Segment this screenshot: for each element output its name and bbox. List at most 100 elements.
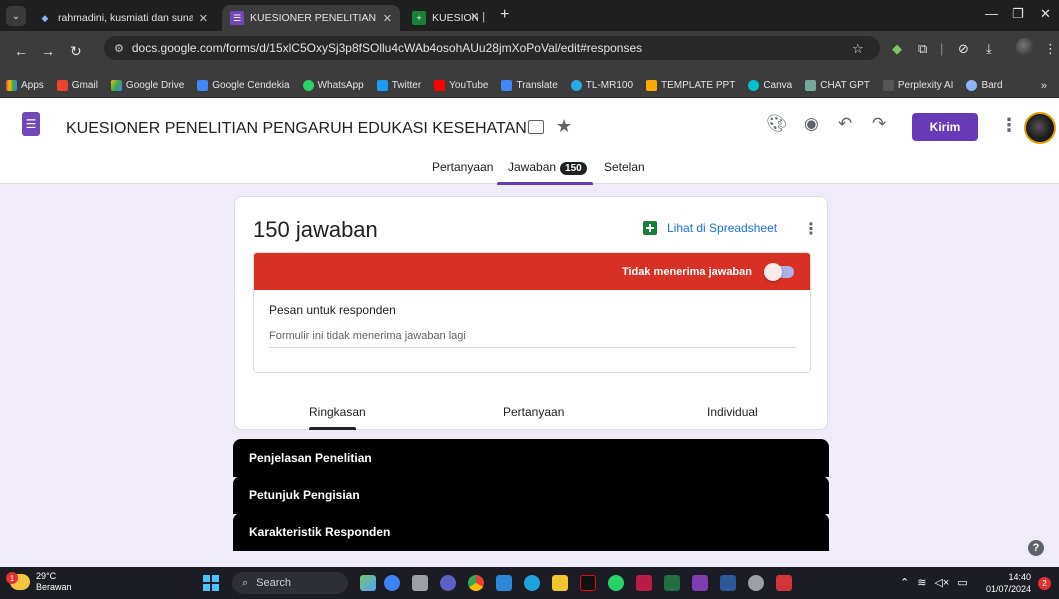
section-header: Penjelasan Penelitian bbox=[233, 439, 829, 477]
meet-icon[interactable] bbox=[440, 575, 456, 591]
respondent-message-field[interactable]: Formulir ini tidak menerima jawaban lagi bbox=[269, 330, 796, 348]
translate-icon bbox=[501, 80, 513, 91]
close-icon[interactable]: ✕ bbox=[383, 12, 392, 25]
bookmark-chatgpt[interactable]: CHAT GPT bbox=[805, 80, 870, 91]
tab-individual[interactable]: Individual bbox=[707, 405, 758, 419]
edge-icon[interactable] bbox=[524, 575, 540, 591]
tab-question[interactable]: Pertanyaan bbox=[503, 405, 564, 419]
start-icon[interactable] bbox=[203, 575, 219, 591]
taskbar-search[interactable]: ⌕ Search bbox=[232, 572, 348, 594]
task-view-icon[interactable] bbox=[412, 575, 428, 591]
forms-logo-icon[interactable]: ☰ bbox=[22, 112, 40, 136]
form-title[interactable]: KUESIONER PENELITIAN PENGARUH EDUKASI KE… bbox=[66, 120, 544, 138]
excel-icon[interactable] bbox=[664, 575, 680, 591]
site-info-icon[interactable]: ⚙ bbox=[114, 42, 124, 55]
help-icon[interactable]: ? bbox=[1028, 540, 1044, 556]
bookmark-scholar[interactable]: Google Cendekia bbox=[197, 80, 290, 91]
weather-text: 29°C Berawan bbox=[36, 571, 72, 593]
tab-questions[interactable]: Pertanyaan bbox=[432, 160, 493, 174]
tab-responses[interactable]: Jawaban 150 bbox=[508, 160, 587, 175]
tab-summary[interactable]: Ringkasan bbox=[309, 405, 366, 419]
store-icon[interactable] bbox=[496, 575, 512, 591]
download-icon[interactable]: ⤓ bbox=[986, 41, 992, 57]
minimize-icon[interactable]: — bbox=[985, 6, 998, 21]
window-close-icon[interactable]: ✕ bbox=[1040, 6, 1051, 22]
history-icon[interactable]: ⊘ bbox=[958, 41, 969, 57]
chrome-icon[interactable] bbox=[468, 575, 484, 591]
app-icon[interactable] bbox=[692, 575, 708, 591]
bookmark-gmail[interactable]: Gmail bbox=[56, 80, 98, 91]
netflix-icon[interactable] bbox=[580, 575, 596, 591]
bookmark-perplexity[interactable]: Perplexity AI bbox=[882, 80, 953, 91]
bookmark-drive[interactable]: Google Drive bbox=[110, 80, 184, 91]
accepting-responses-toggle[interactable] bbox=[764, 262, 794, 281]
bookmark-label: Google Cendekia bbox=[212, 80, 290, 91]
temperature: 29°C bbox=[36, 571, 57, 581]
app-icon[interactable] bbox=[636, 575, 652, 591]
word-icon[interactable] bbox=[720, 575, 736, 591]
weather-badge: 1 bbox=[6, 572, 18, 584]
app-icon[interactable] bbox=[384, 575, 400, 591]
bookmark-youtube[interactable]: YouTube bbox=[434, 80, 488, 91]
file-explorer-icon[interactable] bbox=[552, 575, 568, 591]
weather-widget[interactable]: 1 29°C Berawan bbox=[6, 571, 72, 593]
bookmark-bard[interactable]: Bard bbox=[966, 80, 1003, 91]
scholar-favicon-icon: ◆ bbox=[38, 11, 52, 25]
section-title: Karakteristik Responden bbox=[249, 525, 391, 539]
wifi-icon[interactable]: ≋ bbox=[917, 576, 926, 589]
star-icon[interactable]: ★ bbox=[556, 116, 572, 137]
send-button[interactable]: Kirim bbox=[912, 113, 978, 141]
palette-icon[interactable]: 🎨︎ bbox=[766, 114, 788, 134]
tray-chevron-icon[interactable]: ⌃ bbox=[900, 576, 909, 589]
view-in-sheets-link[interactable]: Lihat di Spreadsheet bbox=[643, 221, 777, 235]
browser-tab-2[interactable]: ☰ KUESIONER PENELITIAN PENG/ ✕ bbox=[222, 5, 400, 31]
tab-settings[interactable]: Setelan bbox=[604, 160, 645, 174]
preview-eye-icon[interactable]: ◉ bbox=[804, 114, 819, 134]
address-bar[interactable]: ⚙ docs.google.com/forms/d/15xlC5OxySj3p8… bbox=[104, 36, 880, 60]
responses-more-icon[interactable]: ⋮ bbox=[803, 219, 819, 239]
close-icon[interactable]: ✕ bbox=[199, 12, 208, 25]
new-tab-icon[interactable]: + bbox=[500, 6, 509, 24]
browser-menu-icon[interactable]: ⋮ bbox=[1044, 41, 1057, 57]
bookmark-tl-mr100[interactable]: TL-MR100 bbox=[570, 80, 633, 91]
browser-tab-1[interactable]: ◆ rahmadini, kusmiati dan sunart ✕ bbox=[30, 5, 216, 31]
volume-icon[interactable]: ◁× bbox=[934, 576, 949, 589]
back-icon[interactable]: ← bbox=[14, 43, 28, 59]
more-options-icon[interactable]: ⋮ bbox=[1000, 115, 1018, 136]
redo-icon[interactable]: ↷ bbox=[872, 114, 886, 134]
section-header: Karakteristik Responden bbox=[233, 513, 829, 551]
whatsapp-app-icon[interactable] bbox=[608, 575, 624, 591]
bookmark-apps[interactable]: Apps bbox=[6, 80, 44, 91]
bookmark-label: Translate bbox=[516, 80, 558, 91]
clock[interactable]: 14:40 01/07/2024 bbox=[986, 571, 1031, 595]
responses-count-heading: 150 jawaban bbox=[253, 217, 378, 242]
settings-icon[interactable] bbox=[748, 575, 764, 591]
battery-icon[interactable]: ▭ bbox=[957, 576, 967, 589]
bookmark-translate[interactable]: Translate bbox=[501, 80, 558, 91]
bookmark-label: TEMPLATE PPT bbox=[661, 80, 736, 91]
browser-profile-avatar[interactable] bbox=[1016, 38, 1034, 56]
restore-icon[interactable]: ❐ bbox=[1012, 6, 1024, 22]
form-tabs: Pertanyaan Jawaban 150 Setelan bbox=[0, 160, 1059, 185]
forward-icon[interactable]: → bbox=[41, 43, 55, 59]
tab-search-icon[interactable]: ⌄ bbox=[6, 6, 26, 26]
bookmarks-bar: Apps Gmail Google Drive Google Cendekia … bbox=[0, 74, 1059, 98]
extensions-puzzle-icon[interactable]: ⧉ bbox=[918, 41, 927, 57]
bookmark-label: CHAT GPT bbox=[820, 80, 870, 91]
bookmark-star-icon[interactable]: ☆ bbox=[852, 41, 864, 57]
app-icon[interactable] bbox=[776, 575, 792, 591]
bookmark-template-ppt[interactable]: TEMPLATE PPT bbox=[646, 80, 735, 91]
reload-icon[interactable]: ↻ bbox=[70, 43, 82, 60]
bookmarks-overflow-icon[interactable]: » bbox=[1041, 80, 1047, 92]
close-icon[interactable]: ✕ | bbox=[470, 10, 500, 23]
extension-icon[interactable]: ◆ bbox=[892, 41, 902, 57]
avatar[interactable] bbox=[1024, 112, 1056, 144]
bookmark-label: Canva bbox=[763, 80, 793, 91]
folder-icon[interactable] bbox=[528, 120, 544, 134]
undo-icon[interactable]: ↶ bbox=[838, 114, 852, 134]
bookmark-whatsapp[interactable]: WhatsApp bbox=[302, 80, 364, 91]
bookmark-canva[interactable]: Canva bbox=[748, 80, 792, 91]
notification-badge[interactable]: 2 bbox=[1038, 577, 1051, 590]
bookmark-twitter[interactable]: Twitter bbox=[376, 80, 421, 91]
widget-app-icon[interactable] bbox=[360, 575, 376, 591]
